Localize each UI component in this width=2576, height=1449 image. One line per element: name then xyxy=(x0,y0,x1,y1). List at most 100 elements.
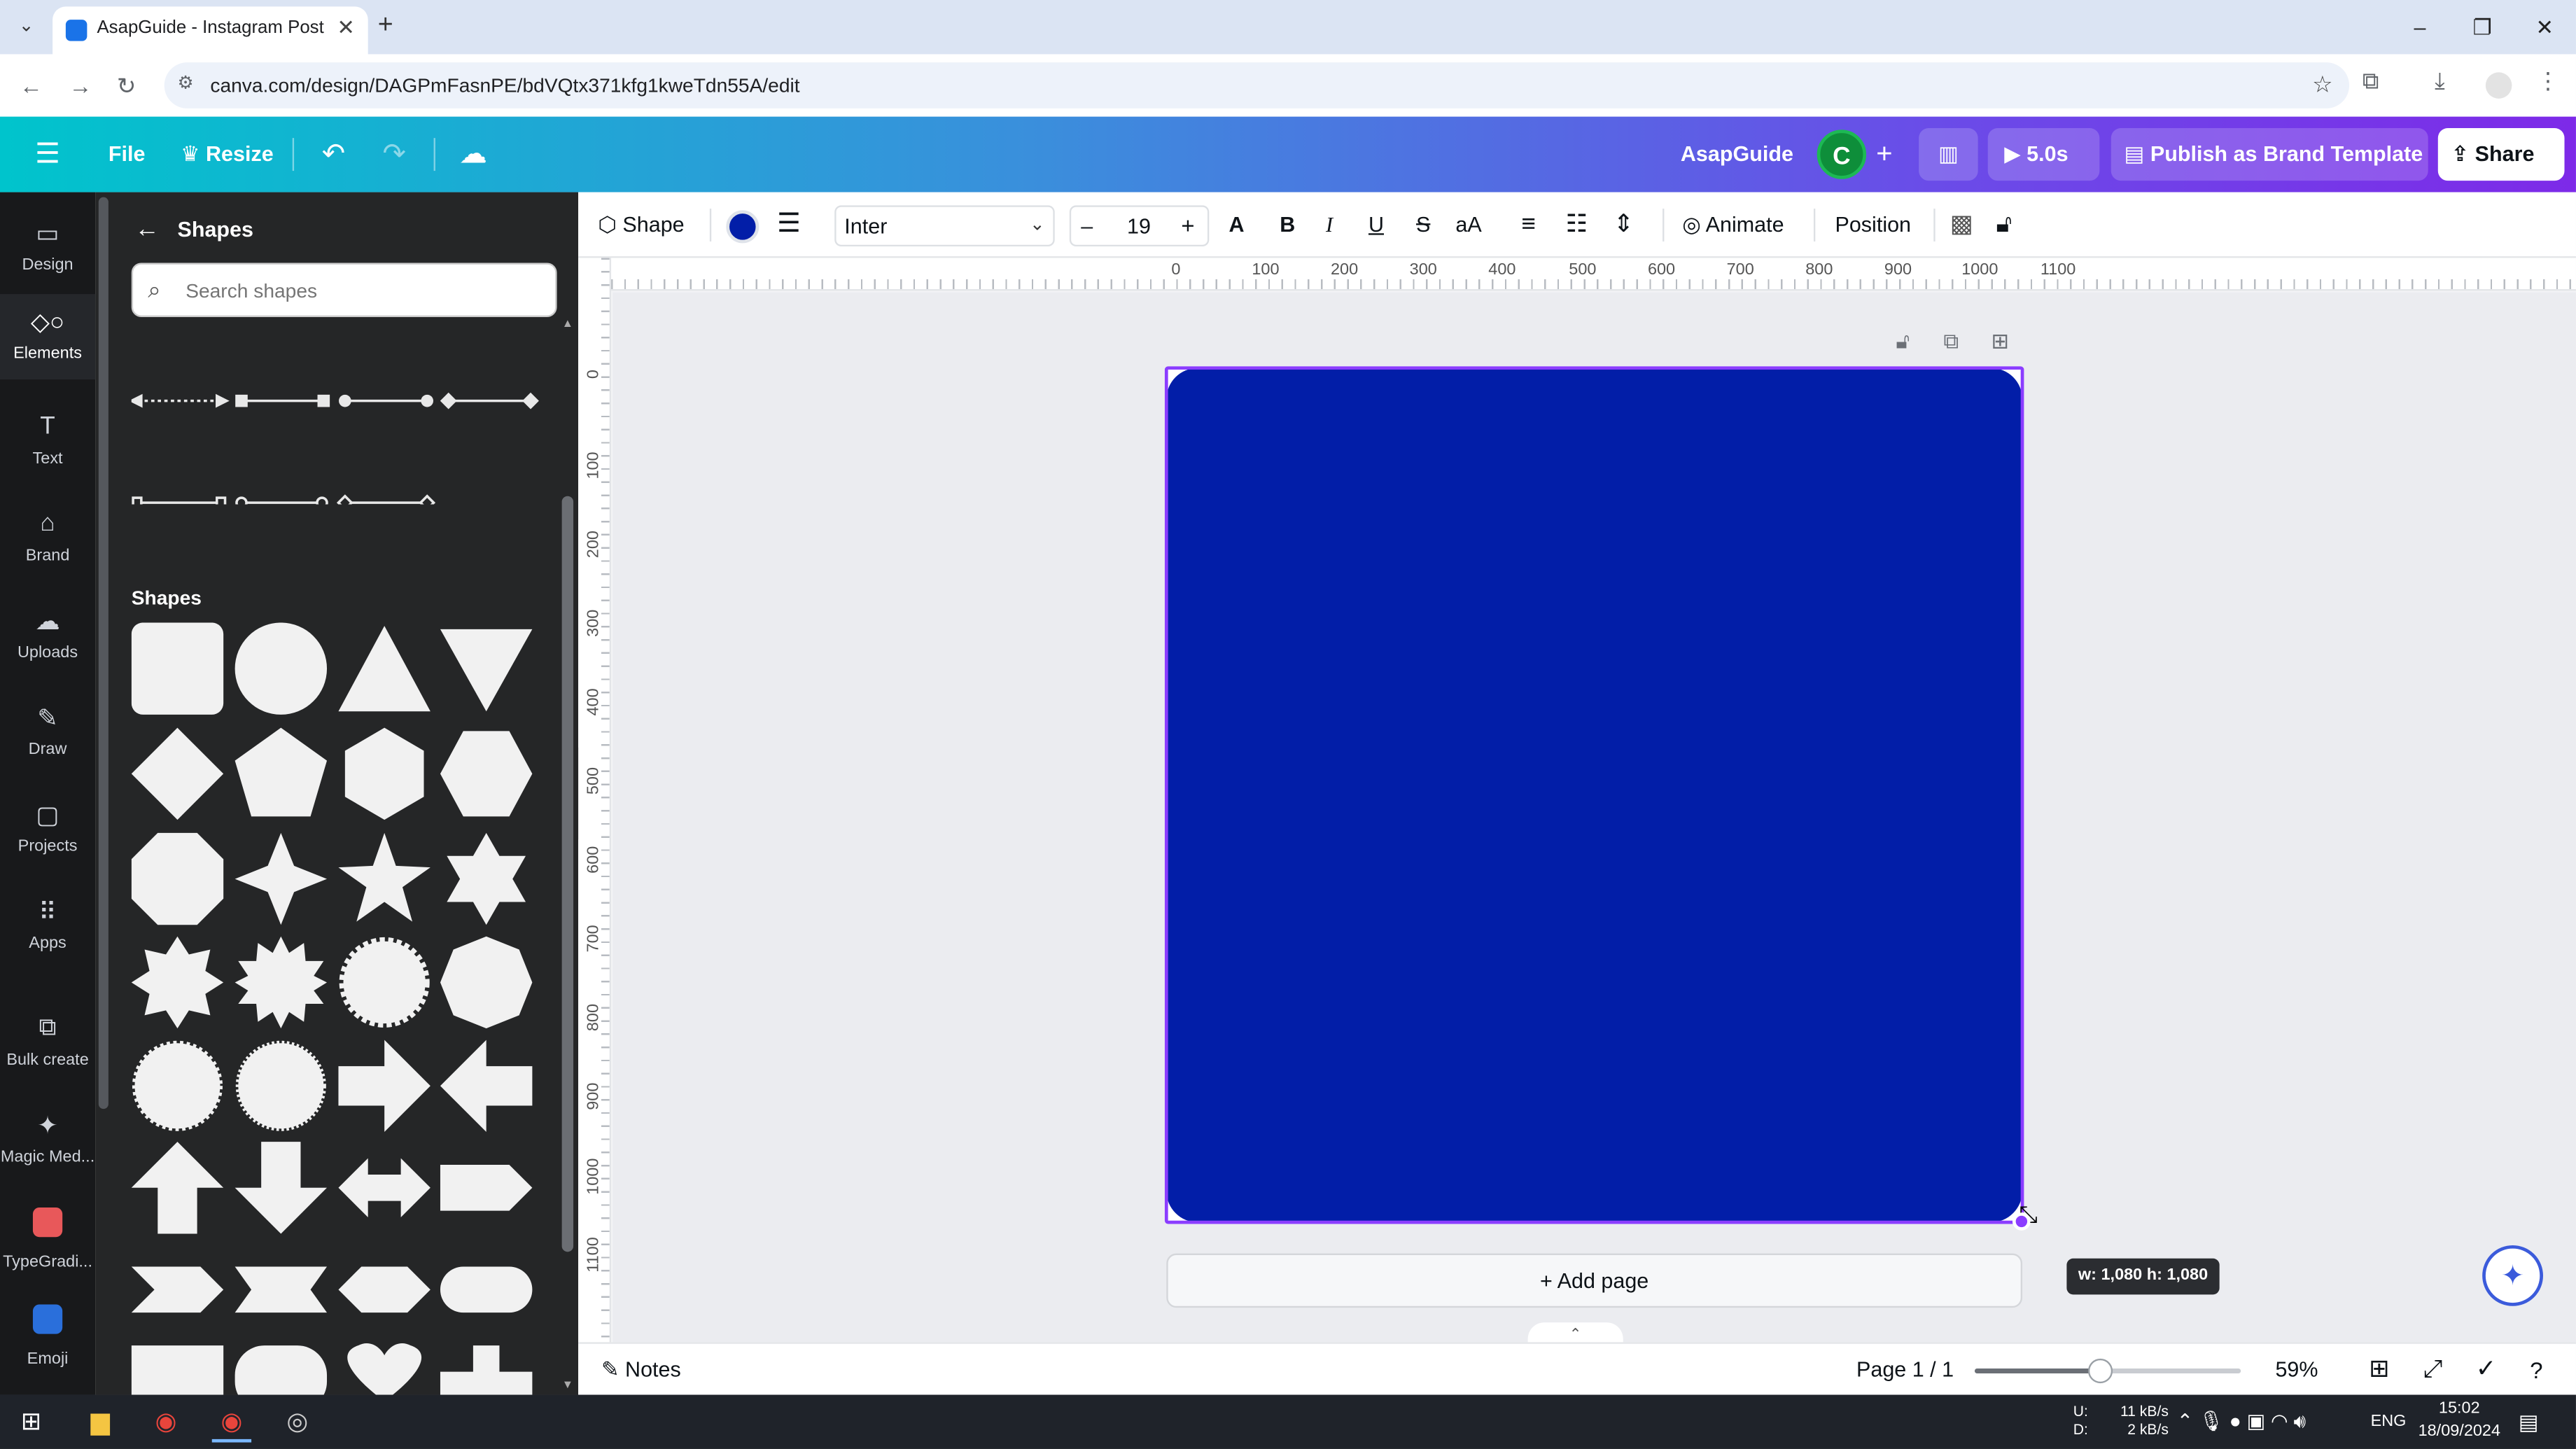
inverted-triangle-shape[interactable] xyxy=(440,629,533,712)
heptagon-shape[interactable] xyxy=(440,936,533,1029)
animate-button[interactable]: ◎ Animate xyxy=(1682,192,1784,258)
zoom-value[interactable]: 59% xyxy=(2275,1344,2318,1396)
position-button[interactable]: Position xyxy=(1835,192,1911,258)
chrome-icon[interactable]: ◉ xyxy=(146,1403,186,1442)
rail-item-elements[interactable]: ◇○ Elements xyxy=(0,294,96,380)
cloud-save-icon[interactable]: ☁ xyxy=(455,136,491,173)
bold-icon[interactable]: B xyxy=(1280,192,1295,258)
back-arrow-icon[interactable]: ← xyxy=(13,67,50,104)
increase-size-button[interactable]: + xyxy=(1181,212,1194,239)
rail-item-text[interactable]: T Text xyxy=(0,399,95,484)
circle-shape[interactable] xyxy=(234,622,328,715)
forward-arrow-icon[interactable]: → xyxy=(62,67,99,104)
microphone-icon[interactable]: 🎙︎ xyxy=(2199,1410,2224,1433)
hexagon-vertical-shape[interactable] xyxy=(344,727,424,820)
lock-page-icon[interactable]: 🔓︎ xyxy=(1896,328,1910,355)
zoom-slider[interactable] xyxy=(1974,1358,2241,1384)
search-shapes-field[interactable]: ⌕ xyxy=(131,262,557,317)
browser-profile-avatar[interactable] xyxy=(2485,72,2512,99)
search-input[interactable] xyxy=(186,264,547,316)
file-explorer-icon[interactable]: ▆ xyxy=(80,1403,120,1442)
seal-24-shape[interactable] xyxy=(132,1040,223,1131)
diamond-shape[interactable] xyxy=(131,727,224,820)
seal-round-shape[interactable] xyxy=(235,1040,326,1131)
close-window-button[interactable]: ✕ xyxy=(2514,0,2576,54)
six-point-star-shape[interactable] xyxy=(447,832,526,925)
border-style-icon[interactable]: ☰ xyxy=(777,192,801,258)
notification-icon[interactable]: ▤ xyxy=(2519,1395,2539,1449)
starburst-12-shape[interactable] xyxy=(234,936,328,1029)
scroll-down-icon[interactable]: ▼ xyxy=(560,1380,575,1391)
notes-button[interactable]: ✎ Notes xyxy=(601,1344,681,1396)
dot-end-line[interactable] xyxy=(339,394,433,407)
arrow-down-shape[interactable] xyxy=(234,1142,328,1234)
hollow-diamond-line[interactable] xyxy=(336,494,436,505)
file-menu[interactable]: File xyxy=(108,117,146,192)
zoom-slider-thumb[interactable] xyxy=(2088,1358,2114,1384)
redo-icon[interactable]: ↷ xyxy=(376,136,412,173)
site-info-icon[interactable]: ⚙ xyxy=(177,72,193,94)
restore-button[interactable]: ❐ xyxy=(2451,0,2514,54)
chevron-shape[interactable] xyxy=(131,1266,224,1313)
rail-item-draw[interactable]: ✎ Draw xyxy=(0,690,95,776)
tab-close-icon[interactable]: ✕ xyxy=(337,15,355,41)
four-point-star-shape[interactable] xyxy=(234,832,328,925)
starburst-8-shape[interactable] xyxy=(131,936,224,1029)
pentagon-shape[interactable] xyxy=(234,727,328,817)
arrow-right-shape[interactable] xyxy=(338,1040,430,1133)
reload-icon[interactable]: ↻ xyxy=(108,67,145,104)
lock-icon[interactable]: 🔓︎ xyxy=(1996,192,2012,258)
hamburger-menu-icon[interactable]: ☰ xyxy=(29,136,66,173)
rail-item-projects[interactable]: ▢ Projects xyxy=(0,787,95,872)
minimize-button[interactable]: – xyxy=(2388,0,2451,54)
nvidia-icon[interactable]: ▣ xyxy=(2247,1410,2266,1433)
triangle-shape[interactable] xyxy=(338,626,430,712)
elongated-hexagon-shape[interactable] xyxy=(338,1266,430,1313)
align-icon[interactable]: ≡ xyxy=(1521,192,1536,258)
shape-button[interactable]: ⬡ Shape xyxy=(598,192,684,258)
spacing-icon[interactable]: ⇕ xyxy=(1614,192,1634,258)
back-arrow-icon[interactable]: ← xyxy=(134,215,159,243)
pill-shape[interactable] xyxy=(440,1266,533,1313)
five-point-star-shape[interactable] xyxy=(338,832,430,922)
undo-icon[interactable]: ↶ xyxy=(316,136,352,173)
starburst-24-shape[interactable] xyxy=(339,937,430,1028)
octagon-shape[interactable] xyxy=(131,832,224,925)
rail-scrollbar[interactable] xyxy=(98,197,108,1110)
double-arrow-shape[interactable] xyxy=(338,1158,430,1218)
underline-icon[interactable]: U xyxy=(1368,192,1384,258)
language-indicator[interactable]: ENG xyxy=(2371,1395,2407,1449)
pentagon-arrow-shape[interactable] xyxy=(440,1164,533,1211)
ribbon-shape[interactable] xyxy=(234,1266,328,1313)
user-avatar[interactable]: C xyxy=(1816,130,1867,179)
brand-name[interactable]: AsapGuide xyxy=(1681,117,1793,192)
fullscreen-icon[interactable]: ⤢ xyxy=(2423,1344,2443,1396)
italic-icon[interactable]: I xyxy=(1326,192,1333,258)
browser-tab[interactable]: AsapGuide - Instagram Post ✕ xyxy=(52,6,368,55)
bookmark-star-icon[interactable]: ☆ xyxy=(2312,71,2332,99)
rail-item-apps[interactable]: ⠿ Apps xyxy=(0,884,95,969)
panel-scrollbar[interactable]: ▲ ▼ xyxy=(560,316,575,1395)
share-button[interactable]: ⇪ Share xyxy=(2437,128,2565,181)
url-text[interactable]: canva.com/design/DAGPmFasnPE/bdVQtx371kf… xyxy=(210,74,799,97)
rail-item-magic-media[interactable]: ✦ Magic Med... xyxy=(0,1098,95,1183)
new-tab-button[interactable]: + xyxy=(378,10,393,43)
add-page-icon[interactable]: ⊞ xyxy=(1991,328,2009,355)
font-family-select[interactable]: Inter ⌄ xyxy=(834,205,1055,247)
add-collaborator-icon[interactable]: + xyxy=(1866,136,1903,173)
rail-item-typegradient[interactable]: TypeGradi... xyxy=(0,1194,95,1280)
list-icon[interactable]: ☷ xyxy=(1566,192,1588,258)
square-shape[interactable] xyxy=(131,622,224,715)
shape-color-swatch[interactable] xyxy=(726,210,760,244)
scroll-up-icon[interactable]: ▲ xyxy=(560,318,575,330)
app-icon[interactable]: ◎ xyxy=(278,1403,317,1442)
clock[interactable]: 15:02 18/09/2024 xyxy=(2415,1398,2504,1444)
rail-item-uploads[interactable]: ☁ Uploads xyxy=(0,593,95,678)
rail-item-design[interactable]: ▭ Design xyxy=(0,205,95,290)
tab-list-chevron-icon[interactable]: ⌄ xyxy=(10,10,43,43)
text-color-icon[interactable]: A xyxy=(1228,192,1244,258)
dotted-arrow-line[interactable] xyxy=(131,393,230,408)
font-size-stepper[interactable]: – 19 + xyxy=(1069,205,1210,247)
hexagon-shape[interactable] xyxy=(440,731,533,817)
hollow-circle-line[interactable] xyxy=(235,496,328,505)
